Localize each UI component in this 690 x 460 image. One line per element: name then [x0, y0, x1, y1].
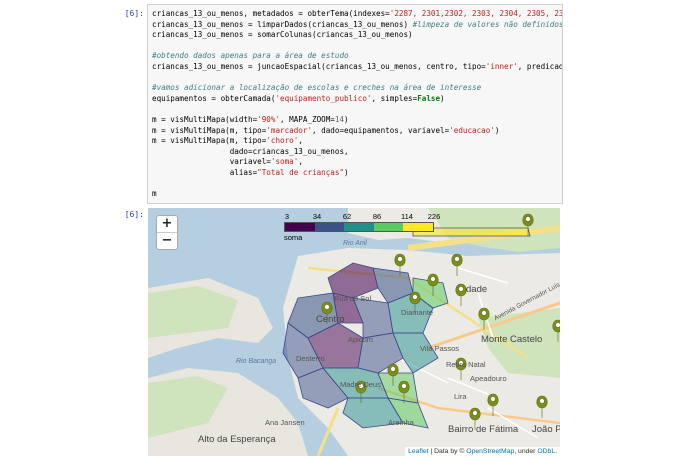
code-line-16: alias="Total de crianças") [152, 167, 349, 177]
code-line-11: m = visMultiMapa(width='90%', MAPA_ZOOM=… [152, 114, 349, 124]
code-line-14: dado=criancas_13_ou_menos, [152, 146, 349, 156]
legend-swatch [314, 223, 345, 231]
code-line-8: #vamos adicionar a localização de escola… [152, 83, 482, 93]
map-label-rua-do-sol: Rua do Sol [334, 294, 372, 303]
map-label-desterro: Desterro [296, 354, 325, 363]
openstreetmap-link[interactable]: OpenStreetMap [466, 448, 514, 455]
output-cell-prompt: [6]: [124, 210, 144, 219]
map-label-rio-bacanga: Rio Bacanga [236, 358, 277, 365]
attribution-end: . [555, 448, 557, 455]
map-label-retiro-natal: Retiro Natal [446, 360, 486, 369]
map-label-alto-da-esperanca: Alto da Esperança [198, 434, 276, 445]
code-line-12: m = visMultiMapa(m, tipo='marcador', dad… [152, 125, 500, 135]
map-label-diamante: Diamante [401, 308, 434, 317]
map-label-lira: Lira [454, 392, 467, 401]
legend-swatch [373, 223, 404, 231]
map-label-monte-castelo: Monte Castelo [481, 334, 543, 345]
map-attribution: Leaflet | Data by © OpenStreetMap, under… [405, 447, 560, 456]
code-line-3: criancas_13_ou_menos = somarColunas(cria… [152, 30, 413, 40]
map-label-joao-paulo: João P [532, 424, 560, 435]
code-line-18: m [152, 189, 157, 199]
attribution-under: , under [514, 448, 538, 455]
code-line-13: m = visMultiMapa(m, tipo='choro', [152, 136, 303, 146]
map-label-ana-jansen: Ana Jansen [265, 418, 305, 427]
map-label-centro: Centro [316, 314, 345, 325]
code-cell-prompt: [6]: [124, 9, 144, 18]
odbl-link[interactable]: ODbL [537, 448, 555, 455]
legend-tick: 114 [401, 212, 413, 221]
code-line-15: variavel='soma', [152, 157, 303, 167]
map-label-apicum: Apicum [348, 335, 374, 344]
legend-swatch [285, 223, 315, 231]
zoom-in-button[interactable]: + [157, 216, 177, 232]
map-label-liberdade: dade [466, 284, 488, 295]
zoom-out-button[interactable]: − [157, 232, 177, 249]
leaflet-link[interactable]: Leaflet [408, 448, 428, 455]
leaflet-map[interactable]: + − 3 34 62 86 114 226 soma Rio Anil Rio… [148, 208, 560, 456]
code-editor[interactable]: criancas_13_ou_menos, metadados = obterT… [148, 5, 562, 200]
legend-tick: 3 [284, 212, 290, 221]
code-line-5: #obtendo dados apenas para a área de est… [152, 51, 349, 61]
map-label-apeadouro: Apeadouro [470, 374, 507, 383]
map-label-madre-deus: Madre Deus [340, 380, 381, 389]
legend-tick: 86 [372, 212, 382, 221]
legend-swatch [344, 223, 374, 231]
map-label-areinha: Areinha [388, 418, 414, 427]
legend-swatch [403, 223, 433, 231]
code-line-9: equipamentos = obterCamada('equipamento_… [152, 93, 445, 103]
code-line-1: criancas_13_ou_menos, metadados = obterT… [152, 9, 563, 18]
code-cell[interactable]: criancas_13_ou_menos, metadados = obterT… [147, 4, 563, 204]
legend-tick: 62 [342, 212, 352, 221]
color-legend: 3 34 62 86 114 226 soma [284, 212, 440, 242]
legend-ticks: 3 34 62 86 114 226 [284, 212, 440, 222]
zoom-control: + − [156, 215, 178, 250]
map-label-bairro-de-fatima: Bairro de Fátima [448, 424, 519, 435]
map-label-vila-passos: Vila Passos [420, 344, 460, 353]
attribution-text: | Data by © [428, 448, 467, 455]
legend-color-bar [284, 222, 434, 232]
legend-tick: 34 [312, 212, 322, 221]
legend-caption: soma [284, 233, 303, 242]
code-line-2: criancas_13_ou_menos = limparDados(crian… [152, 19, 563, 29]
legend-tick: 226 [427, 212, 441, 221]
code-line-6: criancas_13_ou_menos = juncaoEspacial(cr… [152, 61, 563, 71]
